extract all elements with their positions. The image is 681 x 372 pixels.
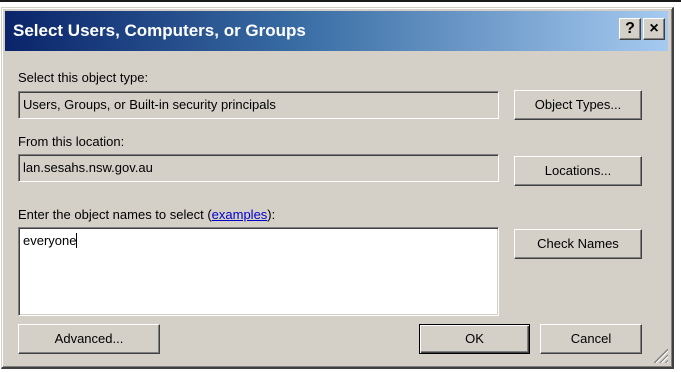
title-bar[interactable]: Select Users, Computers, or Groups ? × [5,11,668,51]
select-users-dialog: Select Users, Computers, or Groups ? × S… [1,7,674,369]
location-field: lan.sesahs.nsw.gov.au [18,154,499,182]
object-names-value: everyone [23,233,77,248]
cancel-button[interactable]: Cancel [540,324,642,354]
object-names-label-suffix: ): [267,207,276,222]
object-type-label: Select this object type: [18,70,149,85]
check-names-button[interactable]: Check Names [514,229,642,259]
advanced-button[interactable]: Advanced... [18,324,160,354]
close-button[interactable]: × [643,18,665,40]
examples-link[interactable]: examples [212,207,268,222]
locations-button[interactable]: Locations... [514,156,642,186]
ok-button[interactable]: OK [419,324,530,354]
resize-grip-icon[interactable] [654,349,668,363]
location-label: From this location: [18,134,125,149]
window-title: Select Users, Computers, or Groups [13,21,306,40]
object-type-field: Users, Groups, or Built-in security prin… [18,91,499,119]
object-names-input[interactable]: everyone [18,227,499,316]
top-edge-line [0,0,681,2]
object-types-button[interactable]: Object Types... [514,90,642,120]
object-names-label-prefix: Enter the object names to select ( [18,207,212,222]
help-button[interactable]: ? [619,18,641,40]
object-names-label: Enter the object names to select (exampl… [18,207,275,222]
text-caret [76,233,78,248]
